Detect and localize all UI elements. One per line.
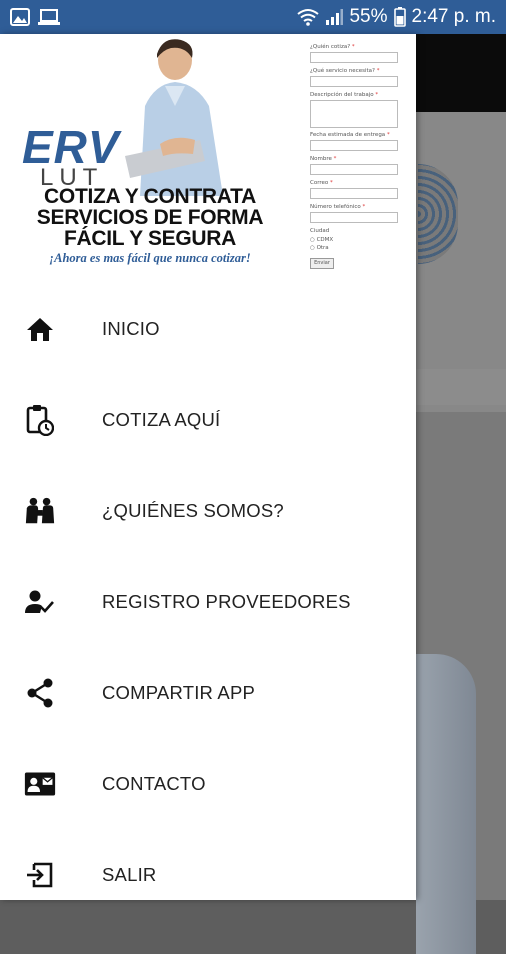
menu-item-contacto[interactable]: CONTACTO xyxy=(0,744,416,824)
laptop-icon xyxy=(38,8,60,26)
user-check-icon xyxy=(24,586,56,618)
menu-label-contacto: CONTACTO xyxy=(102,773,206,794)
form-label-nombre: Nombre xyxy=(310,156,332,162)
background-app-scrim[interactable] xyxy=(416,34,506,954)
form-field-nombre xyxy=(310,164,398,175)
image-icon xyxy=(10,8,30,26)
menu-item-inicio[interactable]: INICIO xyxy=(0,289,416,369)
form-label-fecha: Fecha estimada de entrega xyxy=(310,132,386,138)
status-bar: 55% 2:47 p. m. xyxy=(0,0,506,34)
form-field-correo xyxy=(310,188,398,199)
menu-item-salir[interactable]: SALIR xyxy=(0,835,416,915)
signal-icon xyxy=(325,8,344,26)
contact-card-icon xyxy=(24,768,56,800)
form-option-2: ○ Otra xyxy=(310,245,329,251)
promo-tagline: ¡Ahora es mas fácil que nunca cotizar! xyxy=(49,251,251,265)
menu-item-registro-proveedores[interactable]: REGISTRO PROVEEDORES xyxy=(0,562,416,642)
menu-item-cotiza[interactable]: COTIZA AQUÍ xyxy=(0,380,416,460)
businessman-illustration xyxy=(125,39,223,196)
menu-label-salir: SALIR xyxy=(102,864,157,885)
menu-label-registro-proveedores: REGISTRO PROVEEDORES xyxy=(102,591,351,612)
battery-percent: 55% xyxy=(349,6,388,27)
drawer-header-banner: ERV LUT COTIZA Y CONTRATA SERVICIOS DE F… xyxy=(0,34,416,289)
menu-label-quienes-somos: ¿QUIÉNES SOMOS? xyxy=(102,500,284,521)
form-label-servicio: ¿Qué servicio necesita? xyxy=(310,68,375,74)
form-label-descripcion: Descripción del trabajo xyxy=(310,92,374,98)
navigation-drawer: ERV LUT COTIZA Y CONTRATA SERVICIOS DE F… xyxy=(0,34,416,900)
background-person-graphic xyxy=(416,654,476,954)
clock: 2:47 p. m. xyxy=(411,6,497,27)
form-field-fecha xyxy=(310,140,398,151)
background-toolbar xyxy=(416,34,506,112)
form-field-telefono xyxy=(310,212,398,223)
wifi-icon xyxy=(297,8,320,26)
clipboard-clock-icon xyxy=(24,404,56,436)
people-icon xyxy=(24,495,56,527)
menu-label-cotiza: COTIZA AQUÍ xyxy=(102,409,221,430)
headline-line-3: FÁCIL Y SEGURA xyxy=(63,227,236,250)
menu-label-compartir: COMPARTIR APP xyxy=(102,682,256,703)
quote-form-preview: ¿Quién cotiza? * ¿Qué servicio necesita?… xyxy=(308,44,400,284)
form-label-correo: Correo xyxy=(310,180,329,186)
form-label-ciudad: Ciudad xyxy=(310,228,330,234)
menu-item-quienes-somos[interactable]: ¿QUIÉNES SOMOS? xyxy=(0,471,416,551)
battery-icon xyxy=(393,7,406,27)
home-icon xyxy=(24,313,56,345)
form-label-quien: ¿Quién cotiza? xyxy=(310,44,351,50)
menu-label-inicio: INICIO xyxy=(102,318,160,339)
menu-item-compartir[interactable]: COMPARTIR APP xyxy=(0,653,416,733)
form-field-quien xyxy=(310,52,398,63)
form-option-1: ○ CDMX xyxy=(310,237,334,243)
exit-icon xyxy=(24,859,56,891)
promo-headline: COTIZA Y CONTRATA SERVICIOS DE FORMA FÁC… xyxy=(20,186,280,249)
headline-line-1: COTIZA Y CONTRATA xyxy=(44,185,256,208)
background-strip xyxy=(416,369,506,405)
headline-line-2: SERVICIOS DE FORMA xyxy=(36,206,264,229)
form-label-telefono: Número telefónico xyxy=(310,204,361,210)
share-icon xyxy=(24,677,56,709)
form-field-descripcion xyxy=(310,100,398,128)
form-submit-button: Enviar xyxy=(310,258,334,269)
form-field-servicio xyxy=(310,76,398,87)
